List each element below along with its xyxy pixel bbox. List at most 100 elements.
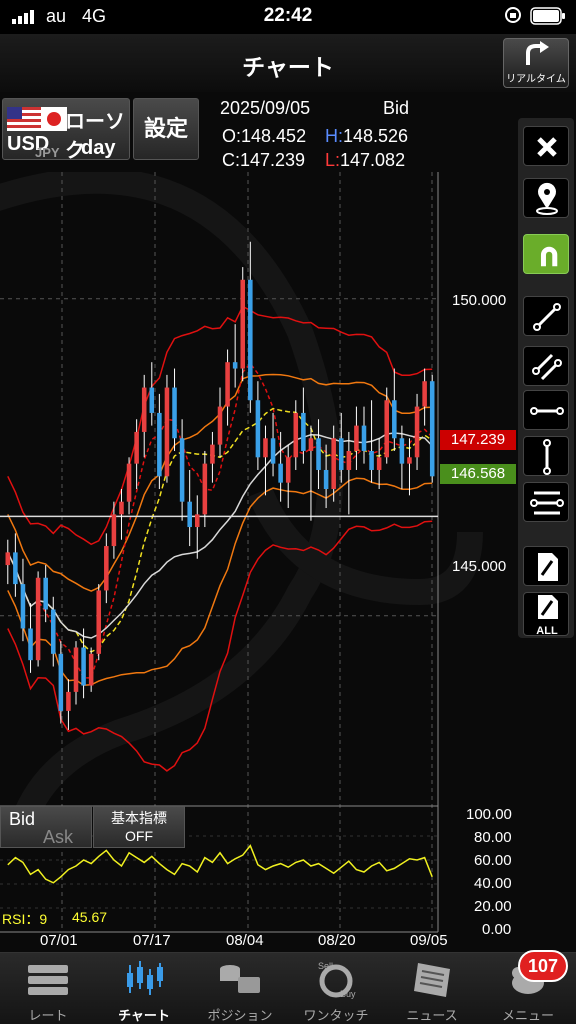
low-value: 147.082 [340,150,406,170]
horizontal-line-tool-button[interactable] [523,390,569,430]
close-icon [537,137,557,157]
parallel-lines-icon [532,353,562,381]
date-tick: 08/20 [318,932,356,949]
indicator-label: 基本指標 [111,810,167,826]
quote-currency-label: JPY [35,145,60,160]
location-pin-button[interactable] [523,178,569,218]
candle-body [88,653,94,686]
indicator-state: OFF [125,828,153,844]
candle-body [354,425,359,451]
price-tick: 145.000 [452,558,507,575]
tab-label: レート [28,1008,68,1023]
tab-chart[interactable]: チャート [96,953,192,1024]
settings-button[interactable]: 設定 [133,98,199,160]
high-value: 148.526 [343,126,409,146]
delete-all-icon: ALL [536,595,558,637]
candle-body [194,514,200,528]
candle-body [179,438,185,502]
candle-body [361,425,367,451]
close-tools-button[interactable] [523,126,569,166]
chart-area[interactable]: 150.000 145.000 147.239 146.568 Bid Ask … [0,172,576,952]
rsi-line [7,844,433,884]
tab-label: ワンタッチ [303,1008,369,1023]
candle-body [316,438,321,470]
candle-body [217,406,223,445]
close-label: C: [222,150,240,170]
tab-label: チャート [118,1008,170,1023]
open-label: O: [222,126,242,146]
candle-body [270,438,276,464]
trendline-tool-button[interactable] [523,296,569,336]
position-icon [220,965,260,993]
date-tick: 08/04 [226,932,264,949]
horizontal-line-price-tag: 146.568 [440,464,516,484]
channel-lines-icon [530,491,564,515]
us-flag-icon [7,107,41,131]
moving-average-long [7,432,433,639]
open-value: 148.452 [241,126,307,146]
ohlc-open: O:148.452 [222,126,306,147]
candle-body [28,628,33,661]
realtime-label: リアルタイム [506,74,566,85]
candle-body [73,647,79,692]
tab-position[interactable]: ポジション [192,953,288,1024]
chart-icon [127,961,163,995]
basic-indicator-button[interactable]: 基本指標 OFF [93,806,185,848]
rate-icon [28,965,68,995]
vertical-line-tool-button[interactable] [523,436,569,476]
magnet-snap-button[interactable] [523,234,569,274]
candle-body [149,387,155,413]
vertical-line-icon [543,439,551,475]
tab-one-touch[interactable]: Sell Buy ワンタッチ [288,953,384,1024]
candle-body [346,450,352,470]
delete-all-drawings-button[interactable]: ALL [523,592,569,637]
rsi-tick: 40.00 [474,875,512,892]
date-tick: 07/01 [40,932,78,949]
candle-body [331,438,336,489]
date-tick: 09/05 [410,932,448,949]
rsi-label: RSI：9 [2,911,48,927]
bollinger-lower-2sigma [7,520,433,772]
candle-body [172,387,177,439]
candle-body [285,457,291,483]
candle-body [293,412,299,458]
candle-body [225,362,230,407]
price-tick: 150.000 [452,292,507,309]
tab-news[interactable]: ニュース [384,953,480,1024]
magnet-icon [540,246,558,267]
rotation-lock-icon [505,7,521,23]
ohlc-high: H:148.526 [325,126,408,147]
trendline-icon [533,303,561,331]
status-bar: au 4G 22:42 [0,0,576,34]
clock: 22:42 [263,5,313,26]
high-label: H: [325,126,343,146]
candle-body [414,406,420,458]
svg-text:ALL: ALL [536,625,558,637]
delete-drawing-icon [538,553,558,581]
delete-drawing-button[interactable] [523,546,569,586]
candle-body [399,438,405,464]
candle-body [202,463,208,515]
candle-body [111,514,117,547]
one-touch-icon: Sell Buy [318,961,356,999]
close-price-tag: 147.239 [440,430,516,450]
candle-body [35,577,41,661]
low-label: L: [325,150,341,170]
candle-body [392,400,397,439]
candle-body [263,438,268,458]
candle-body [164,387,170,477]
tab-rate[interactable]: レート [0,953,96,1024]
realtime-button[interactable]: リアルタイム [503,38,569,88]
parallel-line-tool-button[interactable] [523,346,569,386]
channel-tool-button[interactable] [523,482,569,522]
svg-text:Buy: Buy [340,989,356,999]
candle-body [96,590,102,654]
candle-body [301,412,306,451]
currency-pair-button[interactable]: ローソク USD JPY day [2,98,130,160]
svg-text:Sell: Sell [318,961,333,971]
bid-ask-toggle[interactable]: Bid Ask [0,806,92,848]
candle-body [210,444,215,464]
ohlc-low: L:147.082 [325,150,405,171]
jp-flag-icon [41,107,67,131]
bid-label: Bid [9,809,36,829]
